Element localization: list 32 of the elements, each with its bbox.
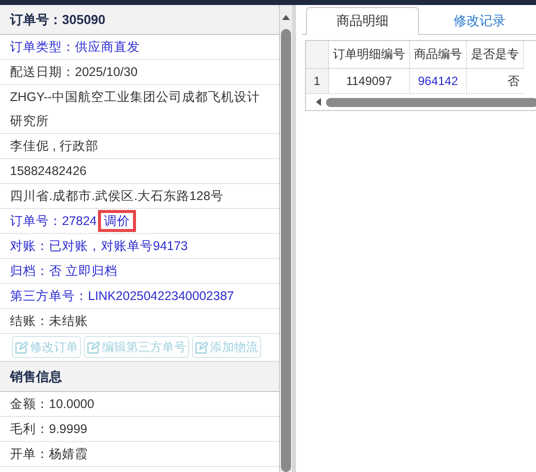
row-number: 1 — [306, 68, 328, 94]
info-text: 结账：未结账 — [10, 314, 88, 328]
section-title: 销售信息 — [0, 361, 279, 392]
info-text: 李佳伲 , 行政部 — [10, 139, 98, 153]
left-arrow-icon[interactable] — [314, 97, 322, 107]
info-link[interactable]: 订单类型：供应商直发 — [10, 40, 140, 54]
table-cell: 1149097 — [328, 68, 410, 94]
table-cell: 否 — [466, 68, 524, 94]
column-header: 订单明细编号 — [328, 41, 410, 68]
info-text: 15882482426 — [10, 164, 86, 178]
edit-icon — [87, 340, 100, 354]
info-link[interactable]: 第三方单号：LINK20250422340002387 — [10, 289, 234, 303]
edit-icon — [195, 340, 208, 354]
info-text: 金额：10.0000 — [10, 397, 94, 411]
scrollbar[interactable] — [280, 5, 292, 472]
info-text: 四川省.成都市.武侯区.大石东路128号 — [10, 189, 224, 203]
info-text: ZHGY--中国航空工业集团公司成都飞机设计研究所 — [10, 90, 260, 128]
tab[interactable]: 修改记录 — [423, 7, 536, 34]
info-link[interactable]: 订单号：27824 — [10, 214, 97, 228]
column-header: 商品编号 — [410, 41, 466, 68]
panel-title: 订单号：305090 — [0, 5, 279, 35]
tab[interactable]: 商品明细 — [306, 7, 419, 35]
column-header: 是否是专 — [466, 41, 524, 68]
info-text: 毛利：9.9999 — [10, 422, 88, 436]
info-link[interactable]: 否 立即归档 — [49, 264, 118, 278]
up-arrow-icon[interactable] — [281, 13, 291, 23]
table-cell[interactable]: 964142 — [410, 68, 466, 94]
info-link[interactable]: 归档： — [10, 264, 49, 278]
info-text: 开单：杨婧霞 — [10, 447, 88, 461]
info-link[interactable]: 对账：已对账，对账单号94173 — [10, 239, 188, 253]
info-text: 配送日期：2025/10/30 — [10, 65, 138, 79]
edit-icon — [15, 340, 28, 354]
